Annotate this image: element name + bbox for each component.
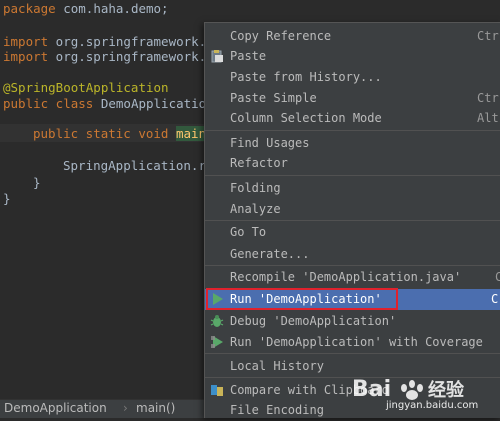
keyword: import (3, 34, 49, 49)
code-line-run-call: SpringApplication.r (63, 158, 206, 173)
menu-item-label: File Encoding (230, 403, 324, 417)
keyword: import (3, 49, 49, 64)
keyword: public class (3, 96, 94, 111)
breadcrumb-separator: › (123, 401, 128, 415)
menu-item-label: Find Usages (230, 136, 310, 150)
menu-item-folding[interactable]: Folding (205, 178, 500, 198)
svg-text:经验: 经验 (428, 379, 465, 401)
menu-item-label: Folding (230, 181, 281, 195)
code-line-class: public class DemoApplicatio (3, 95, 206, 113)
breadcrumb-method[interactable]: main() (136, 401, 175, 415)
menu-item-shortcut: Ctr (477, 91, 499, 105)
menu-item-label: Paste Simple (230, 91, 317, 105)
code-line-package: package com.haha.demo; (3, 0, 169, 18)
method-name: main (176, 126, 207, 141)
menu-item-label: Analyze (230, 202, 281, 216)
menu-item-shortcut: Ctr (477, 29, 499, 43)
menu-item-label: Local History (230, 359, 324, 373)
keyword: public static void (33, 126, 169, 141)
compare-icon (211, 385, 223, 396)
menu-item-go-to[interactable]: Go To (205, 222, 500, 242)
menu-item-label: Recompile 'DemoApplication.java' (230, 270, 462, 284)
menu-item-label: Debug 'DemoApplication' (230, 314, 397, 328)
menu-separator (205, 353, 500, 354)
menu-item-label: Run 'DemoApplication' with Coverage (230, 335, 483, 349)
coverage-icon (211, 336, 223, 348)
run-highlight-box (206, 288, 398, 310)
class-name: DemoApplicatio (93, 96, 207, 111)
code-line-main: public static void main (33, 125, 207, 143)
package-name: com.haha.demo; (55, 1, 169, 16)
context-menu: Copy Reference Ctr Paste Paste from Hist… (204, 22, 500, 418)
menu-item-label: Generate... (230, 247, 310, 261)
menu-item-column-selection-mode[interactable]: Column Selection Mode Alt (205, 108, 500, 128)
menu-item-label: Paste (230, 49, 267, 63)
svg-text:Bai: Bai (352, 377, 391, 402)
baidu-watermark: Bai 经验 jingyan.baidu.com (350, 372, 500, 417)
menu-item-analyze[interactable]: Analyze (205, 199, 500, 219)
menu-item-copy-reference[interactable]: Copy Reference Ctr (205, 26, 500, 46)
menu-item-refactor[interactable]: Refactor (205, 153, 500, 173)
menu-separator (205, 175, 500, 176)
menu-item-recompile[interactable]: Recompile 'DemoApplication.java' C (205, 267, 500, 287)
menu-item-shortcut: C (495, 267, 500, 287)
watermark-url: jingyan.baidu.com (386, 400, 479, 411)
menu-item-generate[interactable]: Generate... (205, 244, 500, 264)
menu-item-label: Refactor (230, 156, 288, 170)
code-line-brace-outer: } (3, 191, 11, 206)
menu-separator (205, 130, 500, 131)
menu-item-run-with-coverage[interactable]: Run 'DemoApplication' with Coverage (205, 332, 500, 352)
menu-item-label: Column Selection Mode (230, 111, 382, 125)
menu-item-label: Go To (230, 225, 267, 239)
menu-item-shortcut: C (491, 292, 499, 306)
paste-icon (211, 50, 223, 63)
menu-separator (205, 265, 500, 266)
menu-item-paste-simple[interactable]: Paste Simple Ctr (205, 88, 500, 108)
code-line-import-2: import org.springframework. (3, 48, 206, 66)
menu-item-paste[interactable]: Paste (205, 46, 500, 66)
breadcrumb-class[interactable]: DemoApplication (4, 401, 107, 415)
menu-item-shortcut: Alt (477, 111, 499, 125)
menu-item-find-usages[interactable]: Find Usages (205, 133, 500, 153)
menu-separator (205, 220, 500, 221)
import-name: org.springframework. (48, 34, 207, 49)
keyword: package (3, 1, 56, 16)
menu-item-debug[interactable]: Debug 'DemoApplication' (205, 311, 500, 331)
menu-item-label: Copy Reference (230, 29, 332, 43)
debug-icon (210, 315, 224, 327)
code-line-brace-inner: } (33, 175, 41, 190)
menu-item-label: Paste from History... (230, 70, 382, 84)
menu-item-paste-from-history[interactable]: Paste from History... (205, 67, 500, 87)
import-name: org.springframework. (48, 49, 207, 64)
